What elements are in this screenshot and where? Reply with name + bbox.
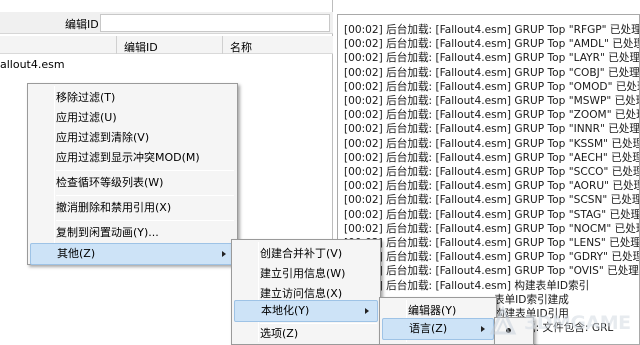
menu-item-language-label: 语言(Z) [409,322,448,335]
log-line: [00:02] 后台加载: [Fallout4.esm] GRUP Top "G… [344,251,640,264]
tree-row-plugin[interactable]: allout4.esm [0,58,65,71]
log-line: [00:02] 后台加载: [Fallout4.esm] GRUP Top "A… [344,180,640,193]
column-name[interactable]: 名称 [230,39,252,55]
filter-bar: 编辑ID [0,12,333,34]
submenu-other: 创建合并补丁(V) 建立引用信息(W) 建立访问信息(X) 本地化(Y) 选项(… [231,239,381,345]
filter-label: 编辑ID [65,18,99,31]
menu-separator [56,170,234,171]
log-line: [00:02] 后台加载: [Fallout4.esm] GRUP Top "O… [344,80,640,93]
menu-item-localization[interactable]: 本地化(Y) [234,300,378,322]
log-line: [00:02] 后台加载: [Fallout4.esm] GRUP Top "C… [344,66,640,79]
column-editor-id[interactable]: 编辑ID [124,39,158,55]
menu-separator [56,220,234,221]
log-line: [00:02] 后台加载: [Fallout4.esm] GRUP Top "O… [344,265,639,278]
submenu-localization: 编辑器(Y) 语言(Z) [379,297,497,345]
filter-input[interactable] [100,14,330,32]
watermark-logo-icon [489,305,517,335]
column-separator[interactable] [116,36,117,54]
log-line: [00:02] 后台加载: [Fallout4.esm] GRUP Top "A… [344,151,640,164]
menu-item-apply-filter-conflicts[interactable]: 应用过滤到显示冲突MOD(M) [30,147,235,169]
context-menu: 移除过滤(T) 应用过滤(U) 应用过滤到清除(V) 应用过滤到显示冲突MOD(… [27,83,238,265]
log-line: [00:02] 后台加载: [Fallout4.esm] GRUP Top "K… [344,137,640,150]
menu-item-create-merged-patch[interactable]: 创建合并补丁(V) [234,243,378,265]
menu-item-apply-filter[interactable]: 应用过滤(U) [30,107,235,129]
menu-item-localization-label: 本地化(Y) [261,304,310,317]
log-line: [00:02] 后台加载: [Fallout4.esm] GRUP Top "S… [344,166,640,178]
log-line: [00:02] 后台加载: [Fallout4.esm] GRUP Top "I… [344,123,640,136]
column-separator[interactable] [222,36,223,54]
menu-item-language[interactable]: 语言(Z) [382,318,494,340]
menu-item-build-reference-info[interactable]: 建立引用信息(W) [234,263,378,285]
menu-item-copy-idle-animations[interactable]: 复制到闲置动画(Y)... [30,222,235,244]
column-header: 编辑ID 名称 [0,36,333,54]
menu-item-apply-filter-cleaning[interactable]: 应用过滤到清除(V) [30,127,235,149]
message-log[interactable]: [00:02] 后台加载: [Fallout4.esm] GRUP Top "R… [337,14,640,345]
log-line: [00:02] 后台加载: [Fallout4.esm] GRUP Top "Z… [344,109,640,122]
menu-separator [56,195,234,196]
menu-item-check-leveled-lists[interactable]: 检查循环等级列表(W) [30,172,235,194]
menu-item-other[interactable]: 其他(Z) [30,243,235,265]
log-line: [00:02] 后台加载: [Fallout4.esm] GRUP Top "L… [344,237,640,249]
log-line: [00:02] 后台加载: [Fallout4.esm] GRUP Top "S… [344,194,640,207]
log-line: [00:02] 后台加载: [Fallout4.esm] GRUP Top "M… [344,95,640,107]
log-line: [00:02] 后台加载: [Fallout4.esm] GRUP Top "A… [344,38,640,51]
menu-item-other-label: 其他(Z) [57,247,96,260]
menu-item-remove-filter[interactable]: 移除过滤(T) [30,87,235,109]
site-watermark: 3DMGAME [484,303,634,343]
watermark-text: 3DMGAME [524,312,631,334]
menu-item-undelete-disable-refs[interactable]: 撤消删除和禁用引用(X) [30,197,235,219]
log-line: [00:02] 后台加载: [Fallout4.esm] GRUP Top "R… [344,24,640,36]
submenu-arrow-icon [365,308,369,314]
submenu-arrow-icon [222,251,226,257]
log-line: [00:02] 后台加载: [Fallout4.esm] GRUP Top "N… [344,222,640,235]
log-line: [00:02] 后台加载: [Fallout4.esm] GRUP Top "L… [344,52,640,65]
menu-item-options[interactable]: 选项(Z) [234,323,378,345]
log-line: [00:02] 后台加载: [Fallout4.esm] GRUP Top "S… [344,208,640,221]
